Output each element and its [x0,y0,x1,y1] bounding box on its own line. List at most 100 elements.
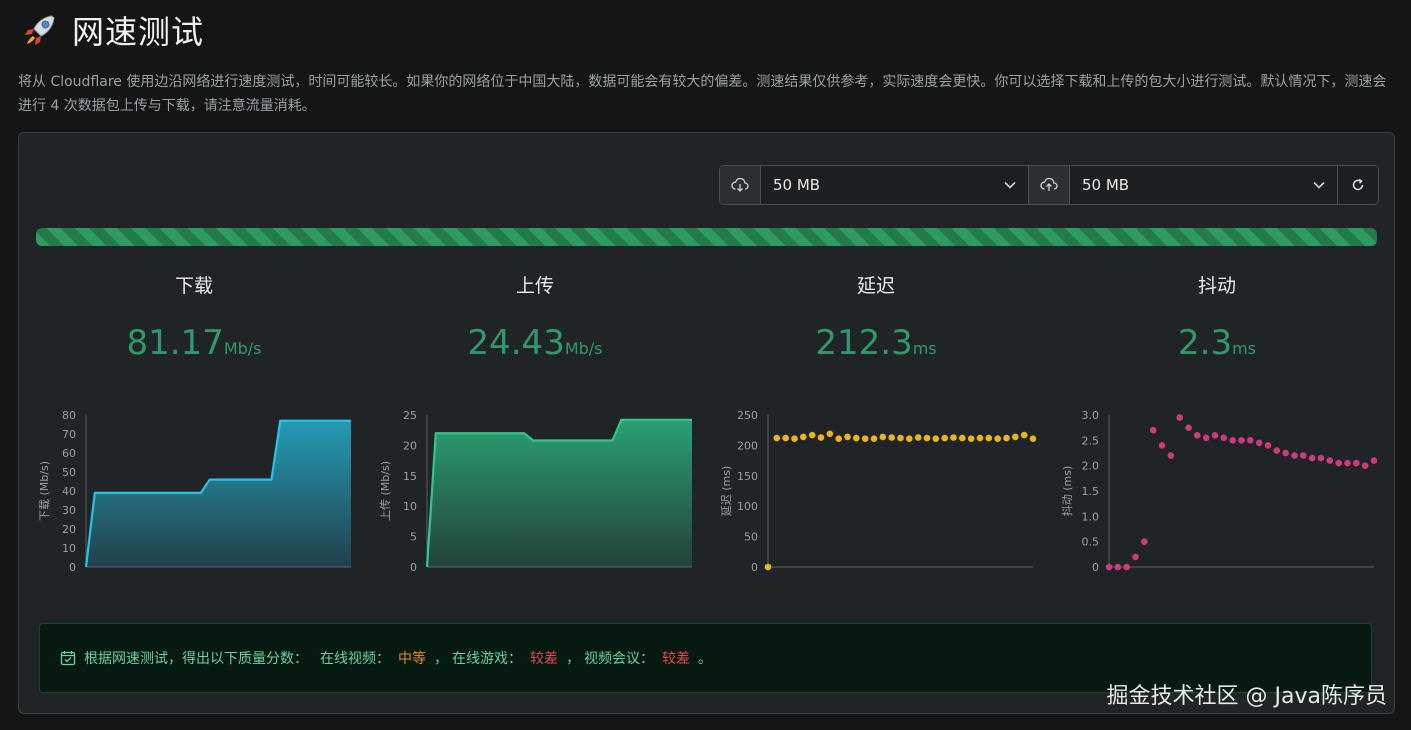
data-point [976,434,984,442]
y-tick-label: 2.5 [1082,434,1100,447]
data-point [1158,442,1166,449]
data-point [1114,563,1122,571]
data-point [994,435,1001,442]
data-point [1211,432,1219,439]
speedtest-panel: 50 MB 50 MB 下载 81.17Mb/s 上传 24.43Mb/s 延迟… [18,132,1395,714]
download-value: 81.17 [126,323,224,363]
y-tick-label: 50 [744,531,758,544]
upload-label: 上传 [515,275,554,297]
data-point [1247,437,1254,444]
data-point [985,434,993,442]
data-point [808,431,816,439]
download-stat: 下载 81.17Mb/s [24,271,364,363]
meeting-label: 视频会议： [584,651,654,667]
data-point [1132,553,1139,561]
upload-cloud-icon [1029,166,1070,204]
y-tick-label: 1.0 [1082,510,1100,523]
latency-unit: ms [912,339,937,358]
y-tick-label: 0 [751,561,758,574]
data-point [800,433,807,441]
y-tick-label: 40 [62,485,76,498]
result-end: 。 [698,651,712,667]
meeting-quality: 较差 [662,651,690,667]
y-tick-label: 5 [410,531,417,544]
data-point [773,434,781,442]
data-point [1105,563,1113,571]
y-tick-label: 50 [62,466,76,479]
chevron-down-icon [1313,181,1325,189]
upload-size-value: 50 MB [1082,176,1130,194]
data-point [791,435,798,442]
jitter-unit: ms [1232,339,1256,358]
upload-chart: 0 5 10 15 20 25 上传 (Mb/s) [379,409,692,574]
y-axis-label: 延迟 (ms) [720,466,733,517]
data-point [1238,437,1245,444]
test-progress-bar [36,228,1377,246]
data-point [1282,449,1289,457]
y-tick-label: 10 [403,500,417,513]
download-size-select[interactable]: 50 MB [761,166,1029,204]
data-point [1353,459,1360,467]
data-point [844,433,851,441]
y-tick-label: 200 [737,439,758,452]
data-point [1370,457,1377,464]
jitter-chart: 0 0.5 1.0 1.5 2.0 2.5 3.0 抖动 (ms) [1060,409,1377,574]
data-point [764,563,772,571]
download-size-value: 50 MB [773,176,821,194]
result-intro: 根据网速测试，得出以下质量分数： [84,651,308,667]
data-point [1361,462,1369,469]
restart-button[interactable] [1338,166,1378,204]
data-point [1012,433,1019,441]
jitter-value: 2.3 [1178,323,1233,363]
data-point [1220,434,1228,442]
latency-value: 212.3 [815,323,913,363]
y-tick-label: 70 [62,428,76,441]
data-point [879,433,887,441]
data-point [906,435,913,442]
data-point [1029,435,1036,442]
data-point [1202,434,1210,442]
y-tick-label: 30 [62,504,76,517]
refresh-icon [1352,178,1364,191]
data-point [835,435,842,442]
upload-size-select[interactable]: 50 MB [1070,166,1338,204]
size-controls: 50 MB 50 MB [719,165,1379,205]
y-tick-label: 0 [69,561,76,574]
jitter-stat: 抖动 2.3ms [1047,271,1387,363]
latency-chart: 0 50 100 150 200 250 延迟 (ms) [720,409,1036,574]
data-point [853,434,860,442]
data-point [1317,454,1325,462]
y-tick-label: 150 [737,470,758,483]
data-point [1194,432,1201,439]
header: 网速测试 [22,10,204,51]
progress-fill [36,228,1377,246]
data-point [914,434,922,441]
y-tick-label: 0 [1092,561,1099,574]
y-tick-label: 10 [62,542,76,555]
page-description: 将从 Cloudflare 使用边沿网络进行速度测试，时间可能较长。如果你的网络… [18,74,1387,114]
game-quality: 较差 [530,651,558,667]
rocket-icon [25,15,55,45]
data-point [1149,426,1157,434]
upload-stat: 上传 24.43Mb/s [365,271,705,363]
upload-unit: Mb/s [564,339,603,358]
data-point [1344,459,1351,467]
chevron-down-icon [1004,181,1016,189]
data-point [897,434,904,442]
data-point [1185,424,1192,431]
y-tick-label: 20 [403,439,417,452]
data-point [1300,452,1307,459]
data-point [826,430,834,438]
data-point [782,434,789,442]
y-tick-label: 25 [403,409,417,422]
y-tick-label: 1.5 [1082,485,1100,498]
data-point [1141,538,1148,545]
latency-label: 延迟 [856,275,895,297]
data-point [1291,452,1298,459]
y-tick-label: 250 [737,409,758,422]
y-tick-label: 20 [62,523,76,536]
series-area [427,419,692,567]
data-point [888,434,895,441]
data-point [1229,437,1236,444]
data-point [1123,563,1130,571]
